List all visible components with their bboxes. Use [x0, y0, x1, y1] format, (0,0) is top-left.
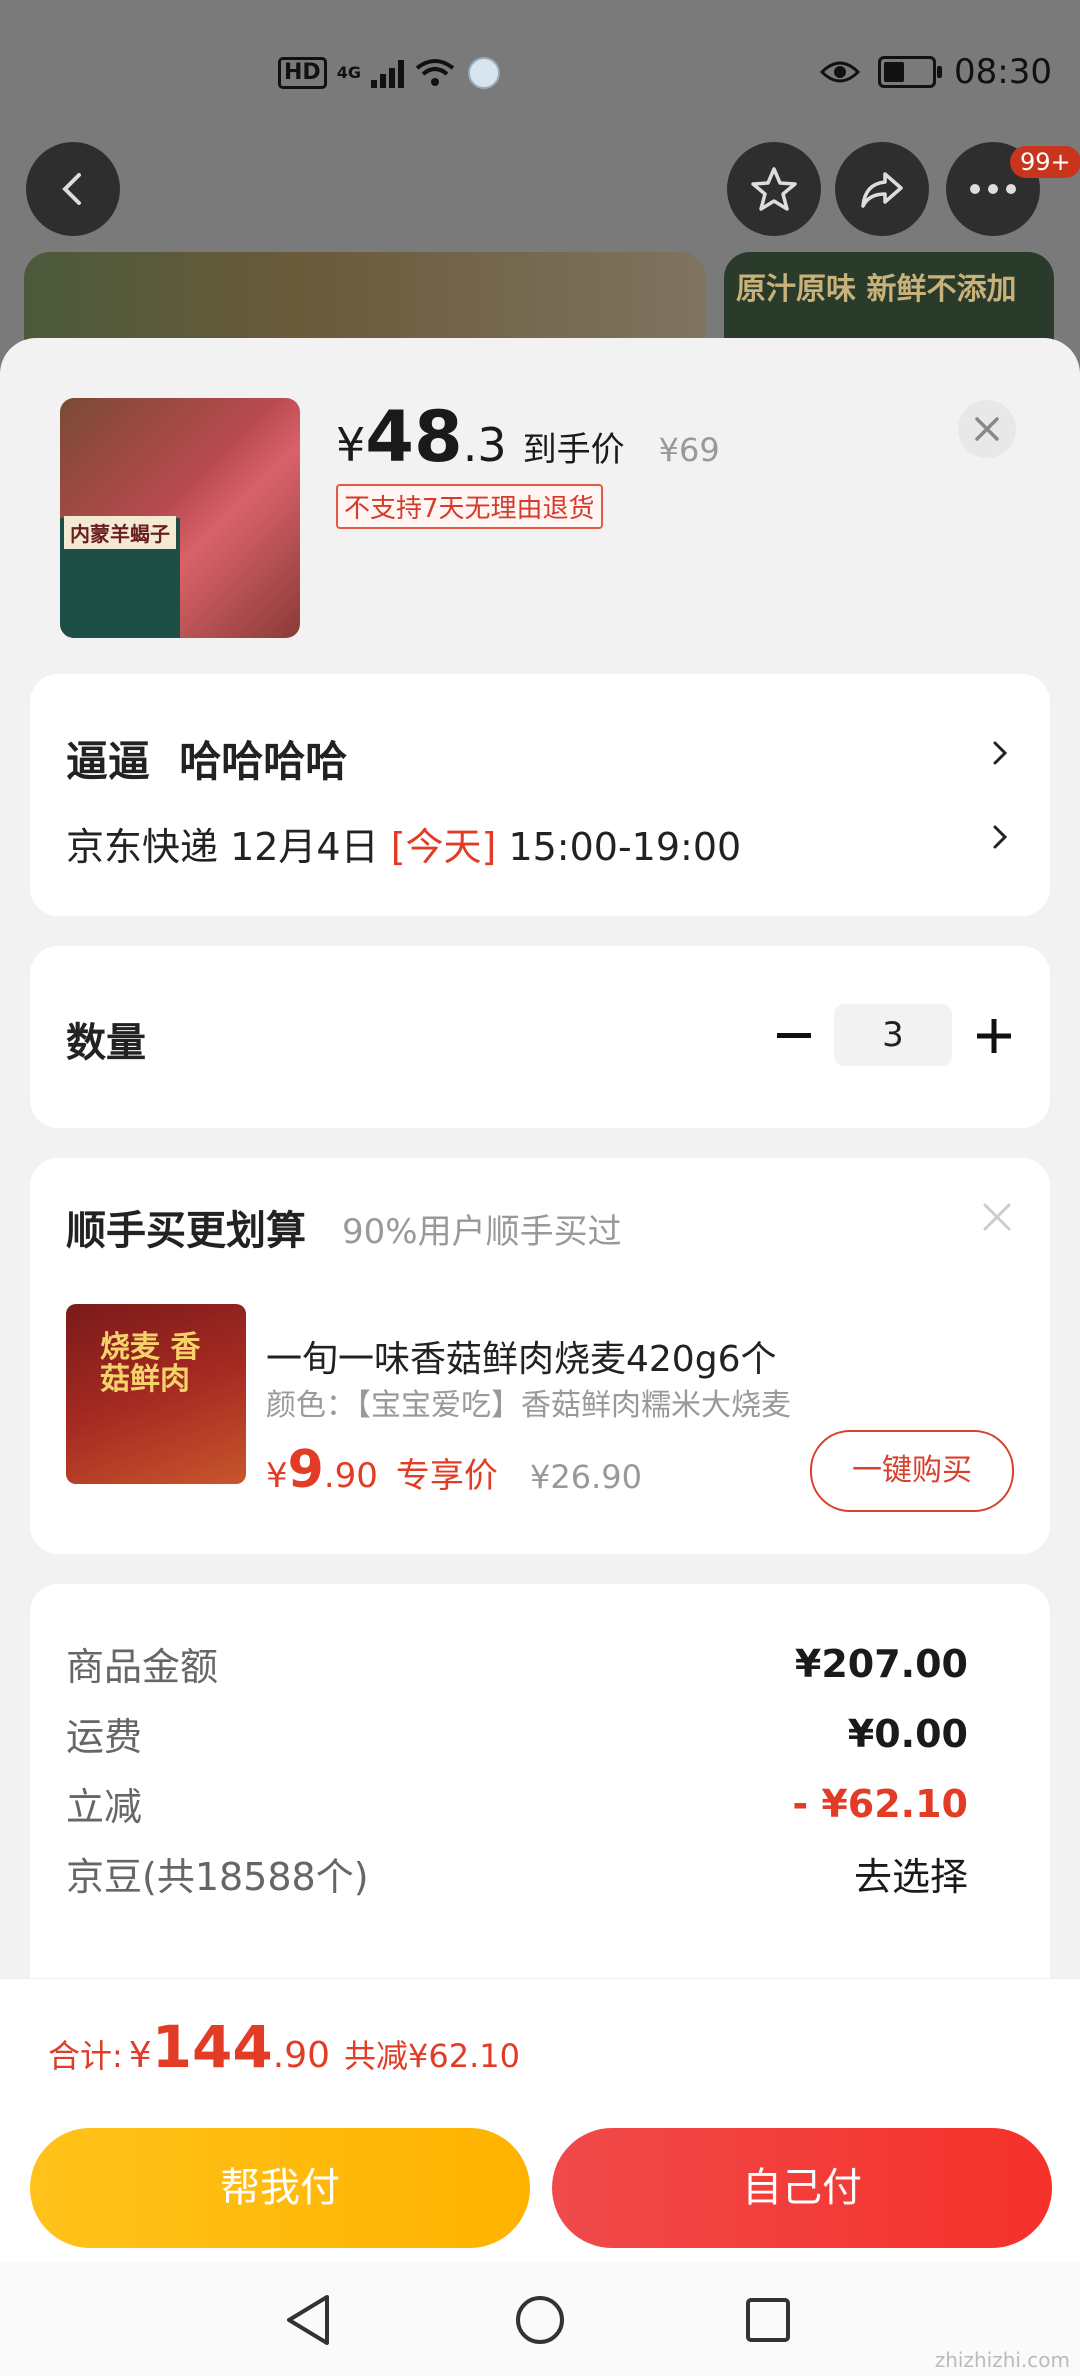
price-currency: ¥ [336, 418, 366, 472]
share-button[interactable] [835, 142, 929, 236]
triangle-back-icon [287, 2295, 329, 2345]
upsell-image-text: 烧麦 香菇鲜肉 [100, 1330, 201, 1397]
delivery-time-window: 15:00-19:00 [496, 825, 742, 869]
self-pay-button[interactable]: 自己付 [552, 2128, 1052, 2248]
total-integer: 144 [151, 2013, 273, 2081]
total-currency: ¥ [128, 2035, 152, 2076]
square-recents-icon [746, 2298, 790, 2342]
upsell-original-price: ¥26.90 [530, 1458, 642, 1496]
upsell-card: 顺手买更划算 90%用户顺手买过 烧麦 香菇鲜肉 一旬一味香菇鲜肉烧麦420g6… [30, 1158, 1050, 1554]
share-icon [861, 172, 903, 208]
upsell-price-integer: 9 [287, 1440, 324, 1500]
close-icon [975, 417, 999, 441]
signal-icon [370, 58, 404, 88]
summary-row-shipping: 运费 ¥0.00 [66, 1706, 968, 1761]
product-thumbnail-tag: 内蒙羊蝎子 [64, 516, 176, 549]
price-label: 到手价 [522, 430, 625, 470]
order-summary-card: 商品金额 ¥207.00 运费 ¥0.00 立减 - ¥62.10 京豆(共18… [30, 1584, 1050, 1978]
upsell-price-currency: ¥ [266, 1456, 288, 1496]
notification-badge: 99+ [1010, 146, 1080, 178]
summary-row-jingdou[interactable]: 京豆(共18588个) 去选择 [66, 1846, 968, 1901]
summary-row-subtotal: 商品金额 ¥207.00 [66, 1636, 968, 1691]
summary-value: ¥207.00 [794, 1641, 968, 1686]
order-total: 合计: ¥ 144 .90 共减¥62.10 [48, 2013, 520, 2081]
summary-label: 商品金额 [66, 1645, 219, 1689]
upsell-subtitle: 90%用户顺手买过 [342, 1212, 622, 1252]
back-button[interactable] [26, 142, 120, 236]
summary-value: ¥0.00 [847, 1711, 968, 1756]
price-decimal: .3 [462, 418, 507, 472]
total-bar: 合计: ¥ 144 .90 共减¥62.10 [0, 1978, 1080, 2115]
summary-value: - ¥62.10 [792, 1781, 968, 1826]
product-thumbnail: 内蒙羊蝎子 [60, 398, 300, 638]
more-dots-icon [970, 184, 1016, 194]
chevron-left-icon [62, 173, 81, 205]
one-click-buy-button[interactable]: 一键购买 [810, 1430, 1014, 1512]
star-icon [751, 167, 797, 211]
plus-icon [977, 1019, 1011, 1053]
return-policy-badge: 不支持7天无理由退货 [336, 484, 603, 529]
upsell-product-variant: 颜色：【宝宝爱吃】香菇鲜肉糯米大烧麦 [266, 1388, 791, 1423]
quantity-card: 数量 3 [30, 946, 1050, 1128]
nav-back-button[interactable] [278, 2290, 338, 2350]
product-banner-image [24, 252, 706, 352]
payment-buttons: 帮我付 自己付 [0, 2114, 1080, 2262]
chevron-right-icon[interactable] [990, 738, 1010, 768]
circle-home-icon [516, 2296, 564, 2344]
close-icon[interactable] [980, 1200, 1014, 1234]
delivery-info: 京东快递 12月4日 [今天] 15:00-19:00 [66, 816, 741, 871]
system-status: 08:30 [820, 52, 1052, 92]
upsell-product-name[interactable]: 一旬一味香菇鲜肉烧麦420g6个 [266, 1330, 776, 1382]
price-integer: 48 [365, 396, 463, 478]
upsell-product-image: 烧麦 香菇鲜肉 [66, 1304, 246, 1484]
recipient-name: 逼逼 哈哈哈哈 [66, 737, 348, 786]
eye-comfort-icon [820, 61, 861, 83]
summary-label: 运费 [66, 1715, 143, 1759]
clock: 08:30 [954, 52, 1052, 92]
summary-row-discount: 立减 - ¥62.10 [66, 1776, 968, 1831]
original-price: ¥69 [658, 431, 720, 469]
nav-recents-button[interactable] [738, 2290, 798, 2350]
upsell-price-label: 专享价 [395, 1456, 498, 1496]
hd-indicator: HD [278, 57, 327, 89]
increase-quantity-button[interactable] [964, 1006, 1024, 1066]
total-label: 合计: [48, 2037, 123, 2075]
decrease-quantity-button[interactable] [764, 1006, 824, 1066]
delivery-carrier-date: 京东快递 12月4日 [66, 825, 391, 869]
minus-icon [777, 1033, 811, 1038]
summary-label: 京豆(共18588个) [66, 1855, 369, 1899]
close-sheet-button[interactable] [958, 400, 1016, 458]
summary-value[interactable]: 去选择 [854, 1846, 968, 1901]
bubble-notification-icon [467, 57, 500, 89]
today-label: [今天] [390, 825, 497, 869]
battery-icon [878, 56, 943, 88]
quantity-input[interactable]: 3 [834, 1004, 952, 1066]
upsell-price: ¥ 9 .90 专享价 [266, 1440, 498, 1500]
total-decimal: .90 [272, 2035, 331, 2076]
chevron-right-icon[interactable] [990, 822, 1010, 852]
upsell-price-decimal: .90 [323, 1456, 378, 1496]
nav-home-button[interactable] [510, 2290, 570, 2350]
network-status: HD 4G [278, 55, 502, 91]
watermark: zhizhizhi.com [934, 2348, 1070, 2372]
summary-label: 立减 [66, 1785, 143, 1829]
product-price: ¥ 48 .3 到手价 ¥69 [336, 396, 720, 478]
favorite-button[interactable] [727, 142, 821, 236]
network-type: 4G [336, 63, 361, 82]
total-savings: 共减¥62.10 [344, 2037, 521, 2075]
banner-slogan: 原汁原味 新鲜不添加 [736, 272, 1017, 307]
status-bar: HD 4G 08:30 [0, 0, 1080, 150]
wifi-icon [415, 59, 455, 86]
quantity-label: 数量 [66, 1020, 146, 1066]
address-card[interactable]: 逼逼 哈哈哈哈 京东快递 12月4日 [今天] 15:00-19:00 [30, 674, 1050, 916]
upsell-title: 顺手买更划算 [66, 1208, 306, 1254]
checkout-sheet: 内蒙羊蝎子 ¥ 48 .3 到手价 ¥69 不支持7天无理由退货 逼逼 哈哈哈哈… [0, 338, 1080, 1978]
product-banner-secondary: 原汁原味 新鲜不添加 [724, 252, 1054, 352]
help-pay-button[interactable]: 帮我付 [30, 2128, 530, 2248]
system-nav-bar: zhizhizhi.com [0, 2262, 1080, 2376]
